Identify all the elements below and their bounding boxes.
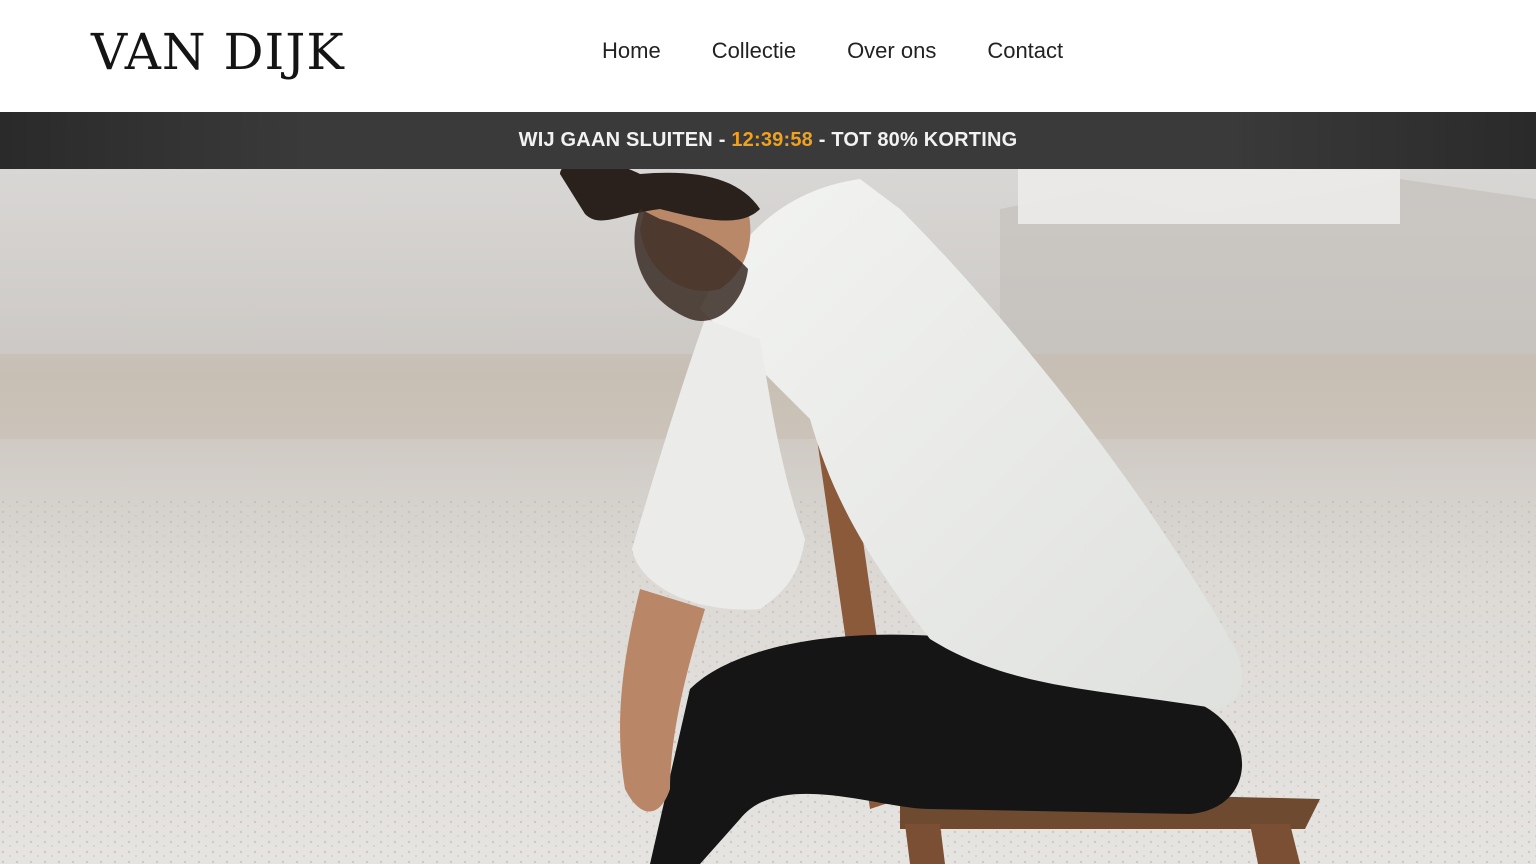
- page: VAN DIJK Home Collectie Over ons Contact…: [0, 0, 1536, 864]
- hero-banner: [0, 169, 1536, 864]
- countdown-timer: 12:39:58: [731, 129, 813, 151]
- site-header: VAN DIJK Home Collectie Over ons Contact: [0, 0, 1536, 112]
- nav-link-collectie[interactable]: Collectie: [712, 34, 796, 68]
- nav-link-home[interactable]: Home: [602, 34, 661, 68]
- sky-clearing: [1018, 169, 1400, 224]
- announcement-bar: WIJ GAAN SLUITEN - 12:39:58 - TOT 80% KO…: [0, 112, 1536, 169]
- announcement-suffix: - TOT 80% KORTING: [812, 129, 1018, 151]
- hero-image: [0, 169, 1536, 864]
- brand-logo[interactable]: VAN DIJK: [91, 22, 345, 82]
- nav-link-contact[interactable]: Contact: [987, 34, 1063, 68]
- nav-link-over-ons[interactable]: Over ons: [847, 34, 936, 68]
- main-nav: Home Collectie Over ons Contact: [602, 34, 1063, 68]
- announcement-prefix: WIJ GAAN SLUITEN -: [518, 129, 732, 151]
